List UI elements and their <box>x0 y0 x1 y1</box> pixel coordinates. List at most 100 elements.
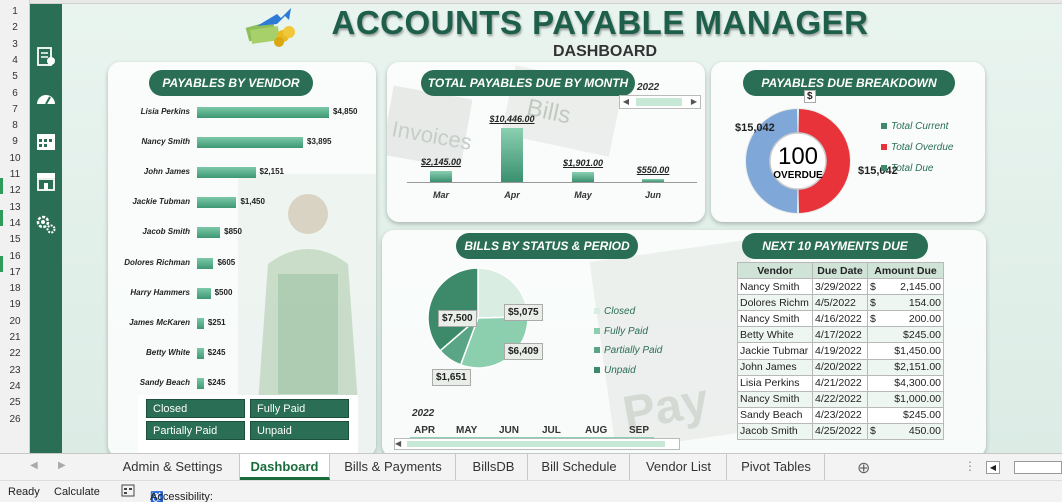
scroll-right-icon[interactable]: ▶ <box>688 96 700 108</box>
row-number[interactable]: 9 <box>0 134 30 150</box>
row-number[interactable]: 23 <box>0 363 30 379</box>
vendor-bar[interactable] <box>197 137 303 149</box>
calendar-icon[interactable] <box>34 131 58 155</box>
cell-due-date[interactable]: 4/20/2022 <box>812 358 868 376</box>
row-number[interactable]: 14 <box>0 216 30 232</box>
timeline-scroll[interactable]: ◀ ▶ <box>619 95 701 109</box>
scroll-left-icon[interactable]: ◀ <box>620 96 632 108</box>
row-number[interactable]: 11 <box>0 167 30 183</box>
cell-vendor[interactable]: Nancy Smith <box>737 310 813 328</box>
vendor-bar[interactable] <box>197 107 329 118</box>
cell-amount[interactable]: $154.00 <box>867 294 944 312</box>
cell-due-date[interactable]: 4/16/2022 <box>812 310 868 328</box>
tab-vendor-list[interactable]: Vendor List <box>631 454 727 480</box>
month-bar[interactable] <box>572 172 594 182</box>
cell-due-date[interactable]: 4/5/2022 <box>812 294 868 312</box>
month-bar[interactable] <box>501 128 523 182</box>
row-number[interactable]: 22 <box>0 346 30 362</box>
tab-scroll-left-icon[interactable]: ◀ <box>30 460 38 471</box>
slicer-fully-paid-button[interactable]: Fully Paid <box>250 399 349 418</box>
slicer-unpaid-button[interactable]: Unpaid <box>250 421 349 440</box>
vendor-bar[interactable] <box>197 287 211 299</box>
vendor-bar[interactable] <box>197 197 237 209</box>
cell-due-date[interactable]: 4/25/2022 <box>812 422 868 441</box>
cell-amount[interactable]: $1,000.00 <box>867 390 944 408</box>
cell-due-date[interactable]: 4/23/2022 <box>812 406 868 424</box>
more-options-icon[interactable]: ⋮ <box>964 459 976 473</box>
row-number[interactable]: 12 <box>0 183 30 199</box>
cell-vendor[interactable]: John James <box>737 358 813 376</box>
cell-amount[interactable]: $245.00 <box>867 406 944 424</box>
row-number[interactable]: 18 <box>0 281 30 297</box>
cell-amount[interactable]: $1,450.00 <box>867 342 944 360</box>
add-sheet-icon[interactable]: ⊕ <box>857 458 870 478</box>
timeline-thumb[interactable] <box>636 98 682 106</box>
period-month[interactable]: SEP <box>629 425 649 436</box>
row-number[interactable]: 16 <box>0 249 30 265</box>
cell-vendor[interactable]: Lisia Perkins <box>737 374 813 392</box>
vendor-bar[interactable] <box>197 167 256 179</box>
vendor-bar[interactable] <box>197 377 204 389</box>
gauge-icon[interactable] <box>34 88 58 112</box>
cell-amount[interactable]: $2,151.00 <box>867 358 944 376</box>
cell-amount[interactable]: $245.00 <box>867 326 944 344</box>
row-number[interactable]: 26 <box>0 412 30 428</box>
row-number[interactable]: 21 <box>0 330 30 346</box>
cell-amount[interactable]: $200.00 <box>867 310 944 328</box>
row-number[interactable]: 2 <box>0 20 30 36</box>
cell-due-date[interactable]: 4/21/2022 <box>812 374 868 392</box>
period-scrollbar[interactable]: ◀ <box>394 438 680 450</box>
cell-vendor[interactable]: Jacob Smith <box>737 422 813 441</box>
tab-pivot-tables[interactable]: Pivot Tables <box>728 454 825 480</box>
tab-billsdb[interactable]: BillsDB <box>460 454 528 480</box>
row-number[interactable]: 7 <box>0 102 30 118</box>
tab-scroll-right-icon[interactable]: ▶ <box>58 460 66 471</box>
horizontal-scrollbar[interactable] <box>1014 461 1062 474</box>
row-number[interactable]: 20 <box>0 314 30 330</box>
row-number[interactable]: 6 <box>0 86 30 102</box>
vendor-bar[interactable] <box>197 257 214 269</box>
cell-amount[interactable]: $2,145.00 <box>867 278 944 296</box>
cell-vendor[interactable]: Betty White <box>737 326 813 344</box>
period-month[interactable]: MAY <box>456 425 477 436</box>
invoice-icon[interactable] <box>34 46 58 70</box>
cell-due-date[interactable]: 4/17/2022 <box>812 326 868 344</box>
period-month[interactable]: JUL <box>542 425 561 436</box>
vendor-bar[interactable] <box>197 317 204 329</box>
tab-dashboard[interactable]: Dashboard <box>240 454 330 480</box>
row-number[interactable]: 24 <box>0 379 30 395</box>
gears-icon[interactable] <box>34 213 58 237</box>
period-thumb[interactable] <box>407 441 665 447</box>
cell-vendor[interactable]: Jackie Tubmar <box>737 342 813 360</box>
macro-icon[interactable] <box>121 484 135 500</box>
period-month[interactable]: APR <box>414 425 435 436</box>
slicer-closed-button[interactable]: Closed <box>146 399 245 418</box>
row-number[interactable]: 5 <box>0 69 30 85</box>
cell-amount[interactable]: $4,300.00 <box>867 374 944 392</box>
cell-due-date[interactable]: 4/19/2022 <box>812 342 868 360</box>
period-month[interactable]: JUN <box>499 425 519 436</box>
cell-due-date[interactable]: 3/29/2022 <box>812 278 868 296</box>
cell-vendor[interactable]: Nancy Smith <box>737 390 813 408</box>
period-scroll-left-icon[interactable]: ◀ <box>395 439 405 449</box>
tab-admin-settings[interactable]: Admin & Settings <box>106 454 240 480</box>
month-bar[interactable] <box>430 170 452 182</box>
row-number[interactable]: 19 <box>0 297 30 313</box>
row-number[interactable]: 4 <box>0 53 30 69</box>
row-number[interactable]: 13 <box>0 200 30 216</box>
cell-due-date[interactable]: 4/22/2022 <box>812 390 868 408</box>
tab-bill-schedule[interactable]: Bill Schedule <box>529 454 630 480</box>
cell-vendor[interactable]: Dolores Richm <box>737 294 813 312</box>
vendor-bar[interactable] <box>197 347 204 359</box>
period-month[interactable]: AUG <box>585 425 607 436</box>
row-number[interactable]: 8 <box>0 118 30 134</box>
cell-vendor[interactable]: Sandy Beach <box>737 406 813 424</box>
cell-amount[interactable]: $450.00 <box>867 422 944 441</box>
store-icon[interactable] <box>34 170 58 194</box>
row-number[interactable]: 10 <box>0 151 30 167</box>
calculate-button[interactable]: Calculate <box>54 486 100 498</box>
row-number[interactable]: 1 <box>0 4 30 20</box>
row-number[interactable]: 17 <box>0 265 30 281</box>
row-number[interactable]: 3 <box>0 37 30 53</box>
row-number[interactable]: 15 <box>0 232 30 248</box>
